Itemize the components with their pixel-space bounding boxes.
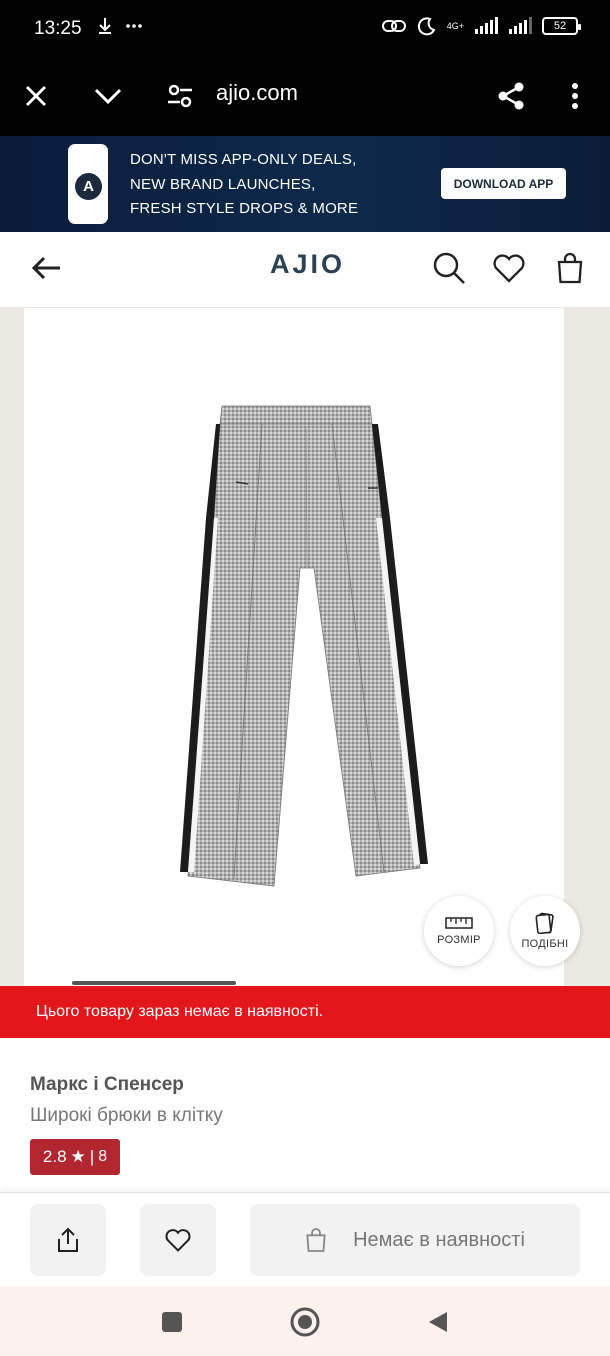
download-icon xyxy=(99,18,111,34)
share-product-button[interactable] xyxy=(30,1204,106,1276)
minimize-button[interactable] xyxy=(90,78,126,114)
promo-text: DON'T MISS APP-ONLY DEALS, NEW BRAND LAU… xyxy=(130,148,358,222)
back-button[interactable] xyxy=(26,248,66,288)
size-guide-button[interactable]: РОЗМІР xyxy=(424,896,494,966)
tune-icon xyxy=(168,84,192,108)
more-notifications-icon xyxy=(126,24,142,28)
status-notification-icons xyxy=(96,16,144,36)
rating-count: 8 xyxy=(98,1148,108,1165)
browser-toolbar: ajio.com xyxy=(0,58,610,136)
overflow-menu-button[interactable] xyxy=(557,78,593,114)
shopping-bag-icon xyxy=(306,1228,326,1252)
product-image-card[interactable]: РОЗМІР ПОДІБНІ xyxy=(24,308,580,986)
app-promo-banner[interactable]: A DON'T MISS APP-ONLY DEALS, NEW BRAND L… xyxy=(0,136,610,232)
rating-value: 2.8 xyxy=(42,1147,67,1166)
arrow-left-icon xyxy=(31,256,60,280)
rating-divider: | xyxy=(89,1147,95,1166)
wishlist-button[interactable] xyxy=(140,1204,216,1276)
more-vertical-icon xyxy=(572,83,578,109)
status-system-icons: 4G+ 52 xyxy=(381,16,581,36)
moon-icon xyxy=(417,17,436,36)
heart-icon xyxy=(493,254,525,283)
star-icon: ★ xyxy=(70,1147,86,1166)
close-icon xyxy=(25,85,47,107)
gallery-scroll-indicator xyxy=(72,981,236,985)
close-tab-button[interactable] xyxy=(18,78,54,114)
signal-icon xyxy=(475,17,498,34)
share-icon xyxy=(498,82,524,110)
bag-button[interactable] xyxy=(550,248,590,288)
bottom-action-bar: Немає в наявності xyxy=(0,1192,610,1286)
search-icon xyxy=(433,252,465,284)
rating-badge[interactable]: 2.8 ★ | 8 xyxy=(30,1139,120,1175)
system-nav-bar xyxy=(0,1286,610,1356)
phone-illustration: A xyxy=(68,144,108,224)
promo-line: FRESH STYLE DROPS & MORE xyxy=(130,200,359,217)
triangle-back-icon xyxy=(429,1312,447,1332)
download-app-button[interactable]: DOWNLOAD APP xyxy=(441,168,566,199)
wishlist-header-button[interactable] xyxy=(489,248,529,288)
status-bar: 13:25 4G+ 52 xyxy=(0,0,610,58)
product-gallery[interactable]: РОЗМІР ПОДІБНІ xyxy=(0,308,610,986)
circle-home-icon xyxy=(290,1307,320,1337)
cards-icon xyxy=(535,912,554,934)
brand-logo[interactable]: AJIO xyxy=(270,249,345,280)
product-brand[interactable]: Маркс і Спенсер xyxy=(30,1074,184,1096)
share-up-icon xyxy=(58,1227,78,1252)
size-guide-label: РОЗМІР xyxy=(437,934,481,946)
shopping-bag-icon xyxy=(557,252,583,284)
promo-line: NEW BRAND LAUNCHES, xyxy=(130,175,316,193)
similar-products-button[interactable]: ПОДІБНІ xyxy=(510,896,580,966)
promo-line: DON'T MISS APP-ONLY DEALS, xyxy=(130,151,357,168)
battery-level: 52 xyxy=(553,20,567,32)
similar-products-label: ПОДІБНІ xyxy=(521,938,569,950)
ruler-icon xyxy=(445,917,473,929)
url-text[interactable]: ajio.com xyxy=(216,80,298,106)
square-icon xyxy=(162,1312,182,1332)
out-of-stock-banner: Цього товару зараз немає в наявності. xyxy=(0,986,610,1038)
share-button[interactable] xyxy=(493,78,529,114)
link-icon xyxy=(381,20,406,32)
product-title: Широкі брюки в клітку xyxy=(30,1105,223,1126)
back-nav-button[interactable] xyxy=(422,1306,454,1338)
network-type-label: 4G+ xyxy=(446,20,464,31)
app-header: AJIO xyxy=(0,232,610,308)
recent-apps-button[interactable] xyxy=(156,1306,188,1338)
add-to-bag-label: Немає в наявності xyxy=(353,1228,525,1251)
home-button[interactable] xyxy=(289,1306,321,1338)
status-time: 13:25 xyxy=(34,18,82,39)
chevron-down-icon xyxy=(94,88,122,105)
search-button[interactable] xyxy=(429,248,469,288)
site-settings-button[interactable] xyxy=(162,78,198,114)
ajio-app-logo: A xyxy=(75,173,102,200)
product-image[interactable] xyxy=(164,398,444,898)
add-to-bag-button[interactable]: Немає в наявності xyxy=(250,1204,580,1276)
signal-2-icon xyxy=(509,17,532,34)
battery-icon: 52 xyxy=(542,17,581,35)
heart-icon xyxy=(165,1229,191,1252)
